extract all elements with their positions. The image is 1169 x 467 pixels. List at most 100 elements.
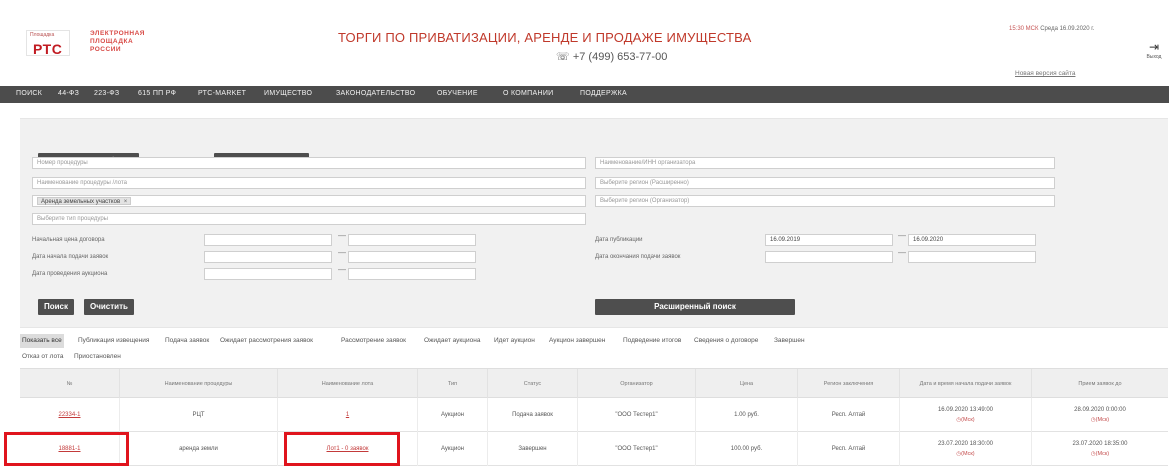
tab-completed[interactable]: Завершен: [772, 334, 807, 348]
auction-date-to[interactable]: [348, 268, 476, 280]
search-button[interactable]: Поиск: [38, 299, 75, 315]
organizer-name: "ООО Тестер1": [578, 398, 696, 432]
publication-date-label: Дата публикации: [595, 237, 643, 243]
col-lot[interactable]: Наименование лота: [278, 369, 418, 399]
col-organizer[interactable]: Организатор: [578, 369, 696, 399]
procedure-type-select[interactable]: Выберите тип процедуры: [32, 213, 586, 225]
start-date-cell: 23.07.2020 18:30:00 ◷(Мск): [900, 432, 1032, 466]
logo-abbr: РТС: [33, 41, 63, 57]
publication-date-from[interactable]: 16.09.2019: [765, 234, 893, 246]
tab-show-all[interactable]: Показать все: [20, 334, 64, 348]
app-start-from[interactable]: [204, 251, 332, 263]
nav-item-support[interactable]: ПОДДЕРЖКА: [580, 90, 627, 97]
tab-auction-running[interactable]: Идет аукцион: [492, 334, 537, 348]
status-tabs: Показать все Публикация извещения Подача…: [20, 332, 1168, 368]
start-price-from[interactable]: [204, 234, 332, 246]
organizer-input[interactable]: Наименование/ИНН организатора: [595, 157, 1055, 169]
table-header: № Наименование процедуры Наименование ло…: [20, 368, 1168, 399]
tab-auction-finished[interactable]: Аукцион завершен: [547, 334, 607, 348]
start-date: 16.09.2020 13:49:00: [937, 407, 994, 413]
procedure-status: Подача заявок: [488, 398, 578, 432]
tag-label: Аренда земельных участков: [41, 199, 121, 205]
tab-review[interactable]: Рассмотрение заявок: [339, 334, 408, 348]
phone-number: +7 (499) 653-77-00: [572, 51, 668, 63]
clear-button[interactable]: Очистить: [84, 299, 134, 315]
tab-applying[interactable]: Подача заявок: [163, 334, 211, 348]
end-tz-label: (Мск): [1095, 417, 1110, 423]
tab-awaiting-review[interactable]: Ожидает рассмотрения заявок: [218, 334, 315, 348]
start-tz-label: (Мск): [961, 451, 975, 457]
nav-item-rts-market[interactable]: РТС-MARKET: [198, 90, 246, 97]
nav-item-education[interactable]: ОБУЧЕНИЕ: [437, 90, 478, 97]
logo-line: РОССИИ: [90, 46, 122, 53]
start-date: 23.07.2020 18:30:00: [937, 441, 994, 447]
end-tz-label: (Мск): [1095, 451, 1110, 457]
nav-item-property[interactable]: ИМУЩЕСТВО: [264, 90, 312, 97]
logo-line: ЭЛЕКТРОННАЯ: [90, 30, 145, 37]
col-price[interactable]: Цена: [696, 369, 798, 399]
start-price-to[interactable]: [348, 234, 476, 246]
procedure-name-input[interactable]: Наименование процедуры /лота: [32, 177, 586, 189]
start-price-label: Начальная цена договора: [32, 237, 105, 243]
rts-logo[interactable]: Площадка РТС ЭЛЕКТРОННАЯ ПЛОЩАДКА РОССИИ: [20, 22, 200, 62]
logout-icon: ⇥: [1148, 40, 1160, 54]
nav-item-615pp[interactable]: 615 ПП РФ: [138, 90, 176, 97]
nav-item-search[interactable]: ПОИСК: [16, 90, 42, 97]
tag-remove-icon[interactable]: ×: [124, 199, 128, 205]
tab-lot-refused[interactable]: Отказ от лота: [20, 350, 65, 364]
table-row[interactable]: 22334-1 РЦТ 1 Аукцион Подача заявок "ООО…: [20, 398, 1168, 432]
procedure-number-link[interactable]: 22334-1: [20, 398, 120, 432]
highlight-box-number: [4, 432, 129, 466]
nav-item-about[interactable]: О КОМПАНИИ: [503, 90, 553, 97]
range-dash: —: [338, 265, 346, 274]
logo-mark-caption: Площадка: [30, 32, 55, 38]
col-start-date[interactable]: Дата и время начала подачи заявок: [900, 369, 1032, 399]
region-organizer-select[interactable]: Выберите регион (Организатор): [595, 195, 1055, 207]
procedures-table: № Наименование процедуры Наименование ло…: [20, 368, 1168, 467]
tab-contract[interactable]: Сведения о договоре: [692, 334, 760, 348]
selected-tag: Аренда земельных участков ×: [37, 197, 132, 205]
end-tz: ◷(Мск): [1091, 416, 1109, 424]
tab-results[interactable]: Подведение итогов: [621, 334, 683, 348]
price: 100.00 руб.: [696, 432, 798, 466]
start-tz: ◷(Мск): [956, 416, 974, 424]
start-tz-label: (Мск): [961, 417, 975, 423]
procedure-status: Завершен: [488, 432, 578, 466]
col-end-date[interactable]: Прием заявок до: [1032, 369, 1168, 399]
col-procedure[interactable]: Наименование процедуры: [120, 369, 278, 399]
start-tz: ◷(Мск): [956, 450, 974, 458]
col-number[interactable]: №: [20, 369, 120, 399]
procedure-number-input[interactable]: Номер процедуры: [32, 157, 586, 169]
procedure-type: Аукцион: [418, 398, 488, 432]
logo-mark: Площадка РТС: [26, 30, 70, 57]
tab-awaiting-auction[interactable]: Ожидает аукциона: [422, 334, 482, 348]
selected-tags-field[interactable]: Аренда земельных участков ×: [32, 195, 586, 207]
table-row[interactable]: 18881-1 аренда земли Лот1 - 0 заявок Аук…: [20, 432, 1168, 466]
app-end-from[interactable]: [765, 251, 893, 263]
procedure-name: аренда земли: [120, 432, 278, 466]
tab-publication[interactable]: Публикация извещения: [76, 334, 151, 348]
tab-suspended[interactable]: Приостановлен: [72, 350, 123, 364]
current-date: Среда 16.09.2020 г.: [1040, 26, 1095, 32]
new-site-link[interactable]: Новая версия сайта: [1015, 70, 1075, 77]
range-dash: —: [898, 231, 906, 240]
logo-text: ЭЛЕКТРОННАЯ ПЛОЩАДКА РОССИИ: [90, 30, 145, 54]
region-select[interactable]: Выберите регион (Расширенно): [595, 177, 1055, 189]
logo-line: ПЛОЩАДКА: [90, 38, 134, 45]
col-type[interactable]: Тип: [418, 369, 488, 399]
nav-item-44fz[interactable]: 44-ФЗ: [58, 90, 79, 97]
col-region[interactable]: Регион заключения: [798, 369, 900, 399]
app-end-to[interactable]: [908, 251, 1036, 263]
nav-item-legislation[interactable]: ЗАКОНОДАТЕЛЬСТВО: [336, 90, 415, 97]
range-dash: —: [898, 248, 906, 257]
publication-date-to[interactable]: 16.09.2020: [908, 234, 1036, 246]
lot-link[interactable]: 1: [278, 398, 418, 432]
highlight-box-lot: [284, 432, 400, 466]
site-title: ТОРГИ ПО ПРИВАТИЗАЦИИ, АРЕНДЕ И ПРОДАЖЕ …: [338, 30, 752, 45]
col-status[interactable]: Статус: [488, 369, 578, 399]
advanced-search-button[interactable]: Расширенный поиск: [595, 299, 795, 315]
nav-item-223fz[interactable]: 223-ФЗ: [94, 90, 119, 97]
app-start-to[interactable]: [348, 251, 476, 263]
auction-date-from[interactable]: [204, 268, 332, 280]
exit-button[interactable]: ⇥ Выход: [1144, 40, 1164, 60]
